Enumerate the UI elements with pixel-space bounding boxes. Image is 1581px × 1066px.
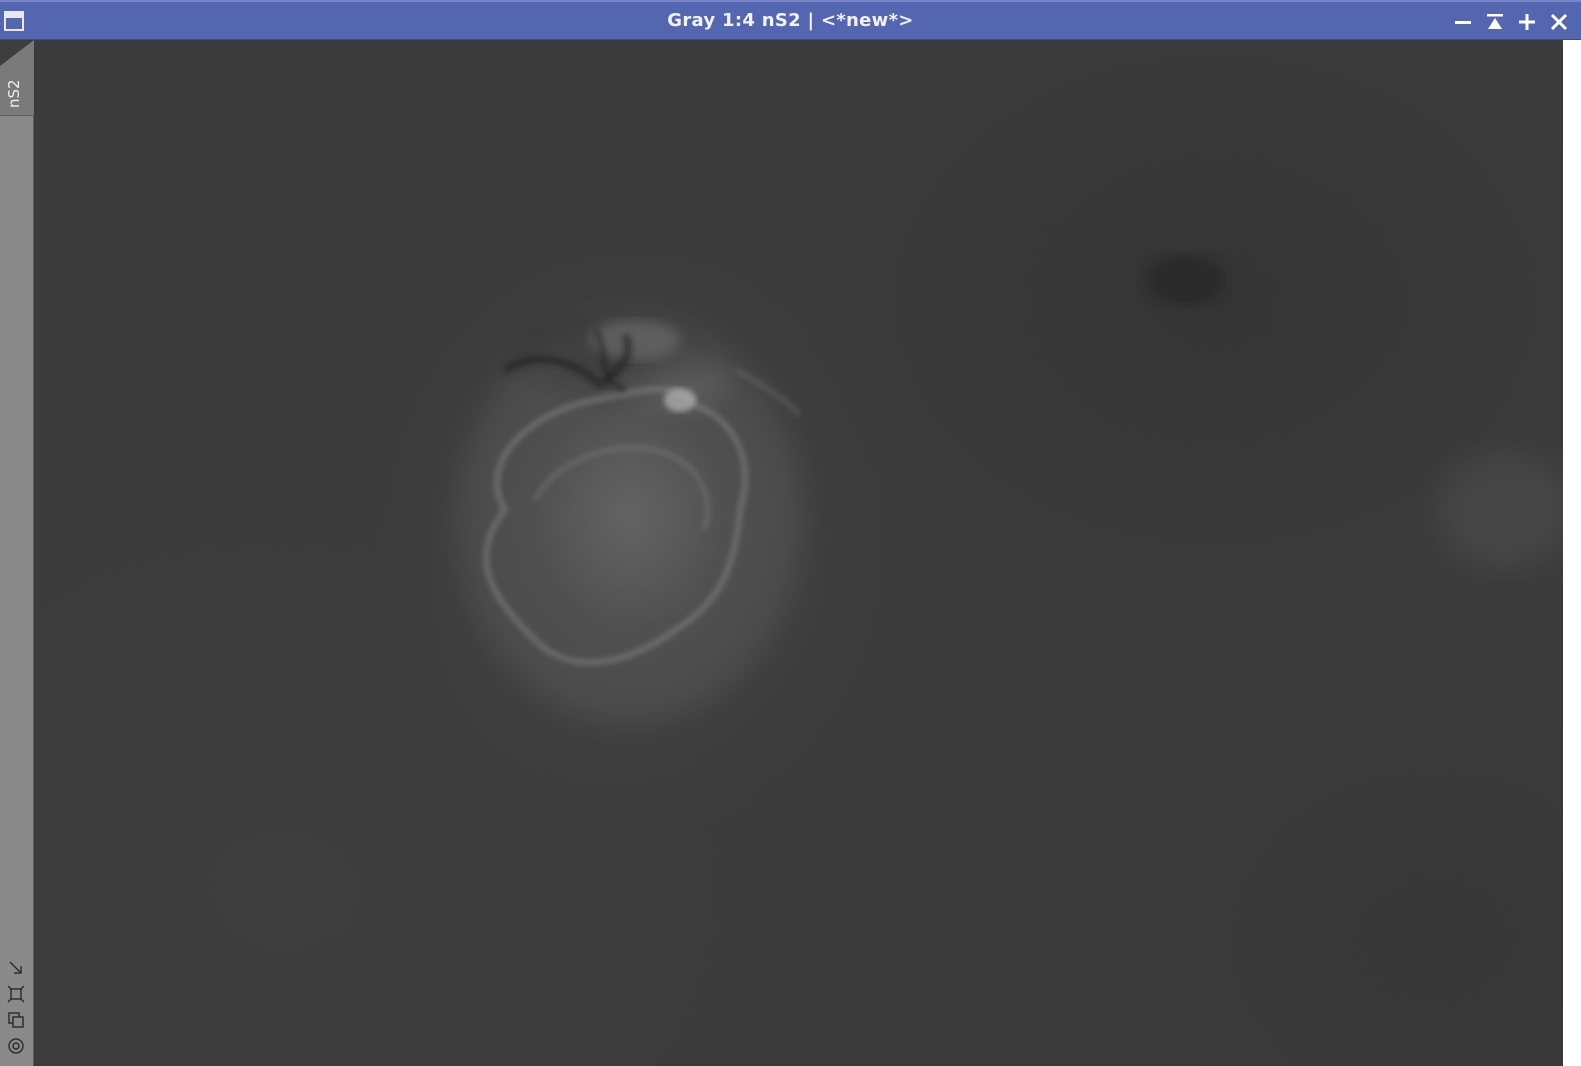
close-button[interactable] [1548, 11, 1570, 33]
target-icon [8, 1038, 24, 1054]
maximize-icon [1519, 14, 1535, 30]
resize-arrow-button[interactable] [6, 958, 26, 978]
title-bar[interactable]: Gray 1:4 nS2 | <*new*> [0, 0, 1581, 40]
view-tab-label: nS2 [5, 79, 23, 108]
clone-view-icon [8, 1012, 24, 1028]
shade-button[interactable] [1484, 11, 1506, 33]
window-right-edge [1563, 40, 1581, 1066]
minimize-icon [1455, 21, 1471, 24]
view-tab-ns2[interactable]: nS2 [0, 40, 34, 116]
window-title: Gray 1:4 nS2 | <*new*> [667, 10, 914, 31]
view-sidebar: nS2 [0, 40, 34, 1066]
shade-icon [1487, 14, 1503, 29]
image-window: Gray 1:4 nS2 | <*new*> nS2 [0, 0, 1581, 1066]
fit-view-icon [7, 985, 25, 1003]
minimize-button[interactable] [1452, 11, 1474, 33]
fit-view-button[interactable] [6, 984, 26, 1004]
maximize-button[interactable] [1516, 11, 1538, 33]
image-canvas[interactable] [35, 40, 1563, 1066]
nebula-image [455, 255, 1563, 725]
target-button[interactable] [6, 1036, 26, 1056]
resize-arrow-icon [9, 961, 22, 974]
close-icon [1550, 13, 1568, 31]
clone-view-button[interactable] [6, 1010, 26, 1030]
